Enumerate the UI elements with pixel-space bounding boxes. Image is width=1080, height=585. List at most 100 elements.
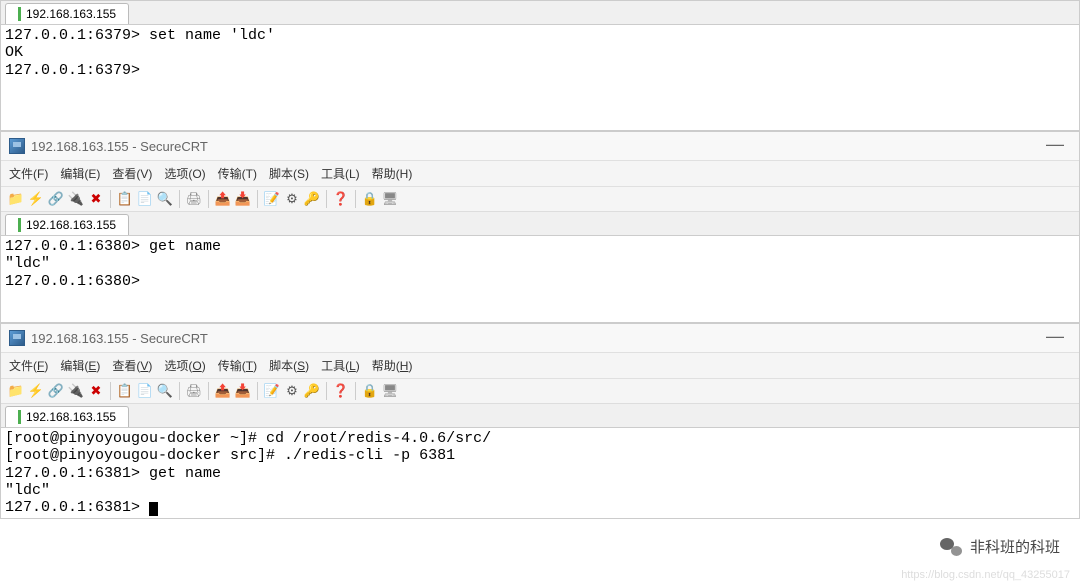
toolbar-separator (326, 382, 327, 400)
terminal-line: [root@pinyoyougou-docker src]# ./redis-c… (5, 447, 455, 464)
window-title: 192.168.163.155 - SecureCRT (31, 331, 208, 346)
toolbar-separator (110, 382, 111, 400)
screen-icon[interactable]: 🖥 (381, 190, 399, 208)
app-icon (9, 138, 25, 154)
toolbar-2: 📁 ⚡ 🔗 🔌 ✖ 📋 📄 🔍 🖨 📤 📥 📝 ⚙ 🔑 ❓ 🔒 🖥 (1, 187, 1079, 212)
disconnect-icon[interactable]: 🔌 (67, 190, 85, 208)
menu-help[interactable]: 帮助(H) (372, 357, 413, 374)
minimize-button[interactable]: — (1046, 134, 1064, 155)
tab-active-indicator (18, 410, 21, 424)
print-icon[interactable]: 🖨 (185, 190, 203, 208)
app-icon (9, 330, 25, 346)
terminal-output-1[interactable]: 127.0.0.1:6379> set name 'ldc' OK 127.0.… (1, 25, 1079, 130)
terminal-line: 127.0.0.1:6381> get name (5, 465, 221, 482)
copy-icon[interactable]: 📋 (116, 190, 134, 208)
find-icon[interactable]: 🔍 (156, 190, 174, 208)
menu-view[interactable]: 查看(V) (112, 165, 152, 182)
terminal-line: 127.0.0.1:6379> set name 'ldc' (5, 27, 275, 44)
upload-icon[interactable]: 📥 (234, 190, 252, 208)
menu-options[interactable]: 选项(O) (164, 165, 205, 182)
menu-bar-3: 文件(F) 编辑(E) 查看(V) 选项(O) 传输(T) 脚本(S) 工具(L… (1, 353, 1079, 379)
menu-view[interactable]: 查看(V) (112, 357, 152, 374)
menu-script[interactable]: 脚本(S) (269, 357, 309, 374)
menu-transfer[interactable]: 传输(T) (218, 165, 257, 182)
help-icon[interactable]: ❓ (332, 382, 350, 400)
tab-active-indicator (18, 7, 21, 21)
transfer-icon[interactable]: 📤 (214, 190, 232, 208)
tab-bar-2: 192.168.163.155 (1, 212, 1079, 236)
session-tab-3[interactable]: 192.168.163.155 (5, 406, 129, 427)
tab-label: 192.168.163.155 (26, 7, 116, 21)
tab-label: 192.168.163.155 (26, 410, 116, 424)
reconnect-icon[interactable]: 🔗 (47, 382, 65, 400)
lock-icon[interactable]: 🔒 (361, 190, 379, 208)
reconnect-icon[interactable]: 🔗 (47, 190, 65, 208)
menu-script[interactable]: 脚本(S) (269, 165, 309, 182)
title-bar-3: 192.168.163.155 - SecureCRT — (1, 324, 1079, 353)
terminal-output-2[interactable]: 127.0.0.1:6380> get name "ldc" 127.0.0.1… (1, 236, 1079, 322)
terminal-line: 127.0.0.1:6380> (5, 273, 140, 290)
toolbar-3: 📁 ⚡ 🔗 🔌 ✖ 📋 📄 🔍 🖨 📤 📥 📝 ⚙ 🔑 ❓ 🔒 🖥 (1, 379, 1079, 404)
session-tab-2[interactable]: 192.168.163.155 (5, 214, 129, 235)
terminal-line: "ldc" (5, 255, 50, 272)
paste-icon[interactable]: 📄 (136, 382, 154, 400)
paste-icon[interactable]: 📄 (136, 190, 154, 208)
terminal-line: [root@pinyoyougou-docker ~]# cd /root/re… (5, 430, 491, 447)
help-icon[interactable]: ❓ (332, 190, 350, 208)
cursor-icon (149, 502, 158, 516)
transfer-icon[interactable]: 📤 (214, 382, 232, 400)
quick-connect-icon[interactable]: ⚡ (27, 190, 45, 208)
menu-tools[interactable]: 工具(L) (321, 357, 360, 374)
close-icon[interactable]: ✖ (87, 190, 105, 208)
toolbar-separator (257, 382, 258, 400)
terminal-line: OK (5, 44, 23, 61)
menu-file[interactable]: 文件(F) (9, 357, 48, 374)
tab-label: 192.168.163.155 (26, 218, 116, 232)
key-icon[interactable]: 🔑 (303, 382, 321, 400)
menu-bar-2: 文件(F) 编辑(E) 查看(V) 选项(O) 传输(T) 脚本(S) 工具(L… (1, 161, 1079, 187)
title-bar-2: 192.168.163.155 - SecureCRT — (1, 132, 1079, 161)
key-icon[interactable]: 🔑 (303, 190, 321, 208)
settings-icon[interactable]: ⚙ (283, 190, 301, 208)
menu-tools[interactable]: 工具(L) (321, 165, 360, 182)
menu-edit[interactable]: 编辑(E) (60, 357, 100, 374)
toolbar-separator (257, 190, 258, 208)
menu-help[interactable]: 帮助(H) (372, 165, 413, 182)
tab-bar-1: 192.168.163.155 (1, 1, 1079, 25)
properties-icon[interactable]: 📝 (263, 190, 281, 208)
disconnect-icon[interactable]: 🔌 (67, 382, 85, 400)
lock-icon[interactable]: 🔒 (361, 382, 379, 400)
window-title: 192.168.163.155 - SecureCRT (31, 139, 208, 154)
toolbar-separator (179, 190, 180, 208)
terminal-line: 127.0.0.1:6380> get name (5, 238, 221, 255)
terminal-output-3[interactable]: [root@pinyoyougou-docker ~]# cd /root/re… (1, 428, 1079, 518)
minimize-button[interactable]: — (1046, 326, 1064, 347)
screen-icon[interactable]: 🖥 (381, 382, 399, 400)
session-tab-1[interactable]: 192.168.163.155 (5, 3, 129, 24)
toolbar-separator (355, 382, 356, 400)
toolbar-separator (355, 190, 356, 208)
toolbar-separator (326, 190, 327, 208)
quick-connect-icon[interactable]: ⚡ (27, 382, 45, 400)
print-icon[interactable]: 🖨 (185, 382, 203, 400)
upload-icon[interactable]: 📥 (234, 382, 252, 400)
menu-file[interactable]: 文件(F) (9, 165, 48, 182)
copy-icon[interactable]: 📋 (116, 382, 134, 400)
connect-icon[interactable]: 📁 (7, 190, 25, 208)
settings-icon[interactable]: ⚙ (283, 382, 301, 400)
menu-transfer[interactable]: 传输(T) (218, 357, 257, 374)
close-icon[interactable]: ✖ (87, 382, 105, 400)
menu-edit[interactable]: 编辑(E) (60, 165, 100, 182)
tab-bar-3: 192.168.163.155 (1, 404, 1079, 428)
toolbar-separator (110, 190, 111, 208)
toolbar-separator (179, 382, 180, 400)
terminal-line: 127.0.0.1:6379> (5, 62, 140, 79)
find-icon[interactable]: 🔍 (156, 382, 174, 400)
toolbar-separator (208, 382, 209, 400)
connect-icon[interactable]: 📁 (7, 382, 25, 400)
csdn-watermark: https://blog.csdn.net/qq_43255017 (901, 569, 1070, 581)
wechat-icon (940, 538, 962, 556)
terminal-line: 127.0.0.1:6381> (5, 499, 149, 516)
properties-icon[interactable]: 📝 (263, 382, 281, 400)
menu-options[interactable]: 选项(O) (164, 357, 205, 374)
